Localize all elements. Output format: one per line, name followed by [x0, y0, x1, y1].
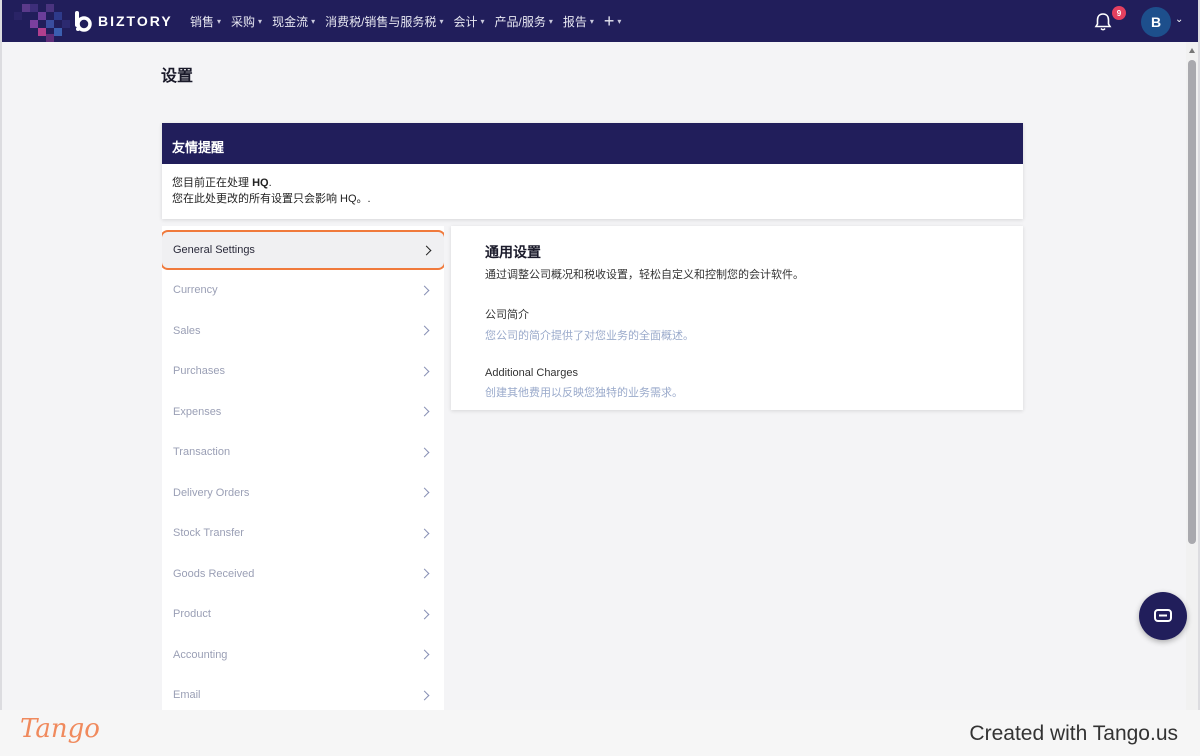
menu-item-purchases[interactable]: Purchases — [162, 351, 444, 392]
menu-item-label: Stock Transfer — [173, 527, 244, 540]
chat-icon — [1154, 609, 1172, 622]
nav-accounting-label: 会计 — [453, 14, 478, 29]
tango-footer: Tango Created with Tango.us — [0, 710, 1200, 756]
tango-logo: Tango — [20, 714, 100, 744]
reminder-line-2: 您在此处更改的所有设置只会影响 HQ。. — [172, 193, 371, 205]
menu-item-accounting[interactable]: Accounting — [162, 635, 444, 676]
nav-sales-label: 销售 — [190, 14, 215, 29]
menu-item-label: Expenses — [173, 405, 222, 418]
chevron-right-icon — [419, 406, 430, 417]
nav-sales[interactable]: 销售 ▾ — [190, 13, 221, 30]
chevron-down-icon: ▾ — [589, 16, 594, 26]
menu-item-label: Email — [173, 689, 201, 702]
menu-item-stock-transfer[interactable]: Stock Transfer — [162, 513, 444, 554]
nav-cashflow-label: 现金流 — [272, 14, 309, 29]
nav-accounting[interactable]: 会计 ▾ — [453, 13, 484, 30]
reminder-body: 您目前正在处理 HQ. 您在此处更改的所有设置只会影响 HQ。. — [162, 164, 1023, 218]
menu-item-transaction[interactable]: Transaction — [162, 432, 444, 473]
nav-purchases-label: 采购 — [231, 14, 256, 29]
chevron-right-icon — [419, 285, 430, 296]
chevron-down-icon: ▾ — [217, 16, 222, 26]
nav-more-button[interactable]: + ▾ — [604, 12, 622, 30]
section-additional-charges-title: Additional Charges — [485, 367, 578, 379]
plus-icon: + — [603, 11, 615, 31]
section-additional-charges-link[interactable]: 创建其他费用以反映您独特的业务需求。 — [485, 384, 989, 400]
chevron-down-icon: ▾ — [617, 16, 622, 26]
chat-button[interactable] — [1139, 592, 1187, 640]
panel-title: 通用设置 — [485, 244, 541, 260]
menu-item-label: Goods Received — [173, 567, 255, 580]
menu-item-label: Sales — [173, 324, 201, 337]
menu-item-product[interactable]: Product — [162, 594, 444, 635]
menu-item-delivery-orders[interactable]: Delivery Orders — [162, 473, 444, 514]
section-company-profile-link[interactable]: 您公司的简介提供了对您业务的全面概述。 — [485, 327, 989, 343]
nav-products-label: 产品/服务 — [494, 14, 546, 29]
chevron-right-icon — [419, 528, 430, 539]
app-window: BIZTORY 销售 ▾ 采购 ▾ 现金流 ▾ 消费税/销售与服务税 ▾ 会计 ▾ 产品/… — [2, 0, 1198, 710]
notification-badge: 9 — [1112, 6, 1126, 20]
panel-description: 通过调整公司概况和税收设置，轻松自定义和控制您的会计软件。 — [485, 269, 804, 281]
biztory-logo-icon — [72, 10, 94, 32]
chevron-down-icon: ▾ — [548, 16, 553, 26]
scrollbar-thumb[interactable] — [1188, 60, 1196, 544]
nav-reports-label: 报告 — [562, 14, 587, 29]
brand-name: BIZTORY — [98, 13, 173, 29]
menu-item-sales[interactable]: Sales — [162, 311, 444, 352]
page-title: 设置 — [161, 68, 194, 85]
reminder-line-1: 您目前正在处理 HQ. — [172, 175, 1013, 191]
chevron-right-icon — [419, 325, 430, 336]
menu-item-label: Purchases — [173, 365, 225, 378]
general-settings-panel: 通用设置 通过调整公司概况和税收设置，轻松自定义和控制您的会计软件。 公司简介 … — [451, 226, 1023, 410]
chevron-down-icon: ▾ — [258, 16, 263, 26]
menu-item-label: General Settings — [173, 244, 255, 256]
menu-item-label: Transaction — [173, 446, 231, 459]
scroll-up-arrow-icon[interactable] — [1189, 48, 1195, 53]
chevron-right-icon — [419, 609, 430, 620]
menu-item-general-settings[interactable]: General Settings — [162, 230, 444, 270]
chevron-right-icon — [419, 568, 430, 579]
page-scrollbar[interactable] — [1186, 42, 1198, 710]
menu-item-goods-received[interactable]: Goods Received — [162, 554, 444, 595]
nav-tax[interactable]: 消费税/销售与服务税 ▾ — [325, 13, 443, 30]
reminder-line-1-suffix: . — [268, 177, 272, 189]
reminder-company: HQ — [252, 177, 269, 189]
bell-icon[interactable] — [1094, 12, 1112, 32]
main-content: 设置 友情提醒 您目前正在处理 HQ. 您在此处更改的所有设置只会影响 HQ。.… — [2, 42, 1186, 710]
chevron-right-icon — [419, 366, 430, 377]
section-company-profile-title: 公司简介 — [485, 309, 529, 321]
menu-item-expenses[interactable]: Expenses — [162, 392, 444, 433]
reminder-title: 友情提醒 — [162, 123, 1023, 164]
menu-item-label: Accounting — [173, 648, 228, 661]
chevron-down-icon[interactable]: ⌄ — [1175, 14, 1183, 25]
chevron-right-icon — [419, 649, 430, 660]
chevron-down-icon: ▾ — [480, 16, 485, 26]
nav-products[interactable]: 产品/服务 ▾ — [494, 13, 552, 30]
chevron-right-icon — [419, 487, 430, 498]
brand-logo[interactable]: BIZTORY — [72, 10, 173, 32]
chevron-right-icon — [421, 245, 432, 255]
settings-menu: General Settings Currency Sales Purchase… — [162, 226, 444, 710]
chevron-down-icon: ▾ — [311, 16, 316, 26]
menu-item-label: Product — [173, 608, 211, 621]
main-nav: 销售 ▾ 采购 ▾ 现金流 ▾ 消费税/销售与服务税 ▾ 会计 ▾ 产品/服务 ▾ 报告 ▾ … — [190, 0, 621, 42]
nav-reports[interactable]: 报告 ▾ — [563, 13, 594, 30]
nav-tax-label: 消费税/销售与服务税 — [325, 14, 437, 29]
menu-item-label: Delivery Orders — [173, 486, 250, 499]
menu-item-email[interactable]: Email — [162, 675, 444, 710]
nav-purchases[interactable]: 采购 ▾ — [231, 13, 262, 30]
menu-item-currency[interactable]: Currency — [162, 270, 444, 311]
chevron-right-icon — [419, 690, 430, 701]
chevron-right-icon — [419, 447, 430, 458]
menu-item-label: Currency — [173, 284, 218, 297]
reminder-line-1-prefix: 您目前正在处理 — [172, 177, 253, 189]
chevron-down-icon: ▾ — [439, 16, 444, 26]
reminder-card: 友情提醒 您目前正在处理 HQ. 您在此处更改的所有设置只会影响 HQ。. — [162, 123, 1023, 219]
nav-cashflow[interactable]: 现金流 ▾ — [272, 13, 315, 30]
top-navbar: BIZTORY 销售 ▾ 采购 ▾ 现金流 ▾ 消费税/销售与服务税 ▾ 会计 ▾ 产品/… — [2, 0, 1198, 42]
avatar[interactable]: B — [1141, 7, 1171, 37]
tango-credit: Created with Tango.us — [969, 722, 1178, 745]
